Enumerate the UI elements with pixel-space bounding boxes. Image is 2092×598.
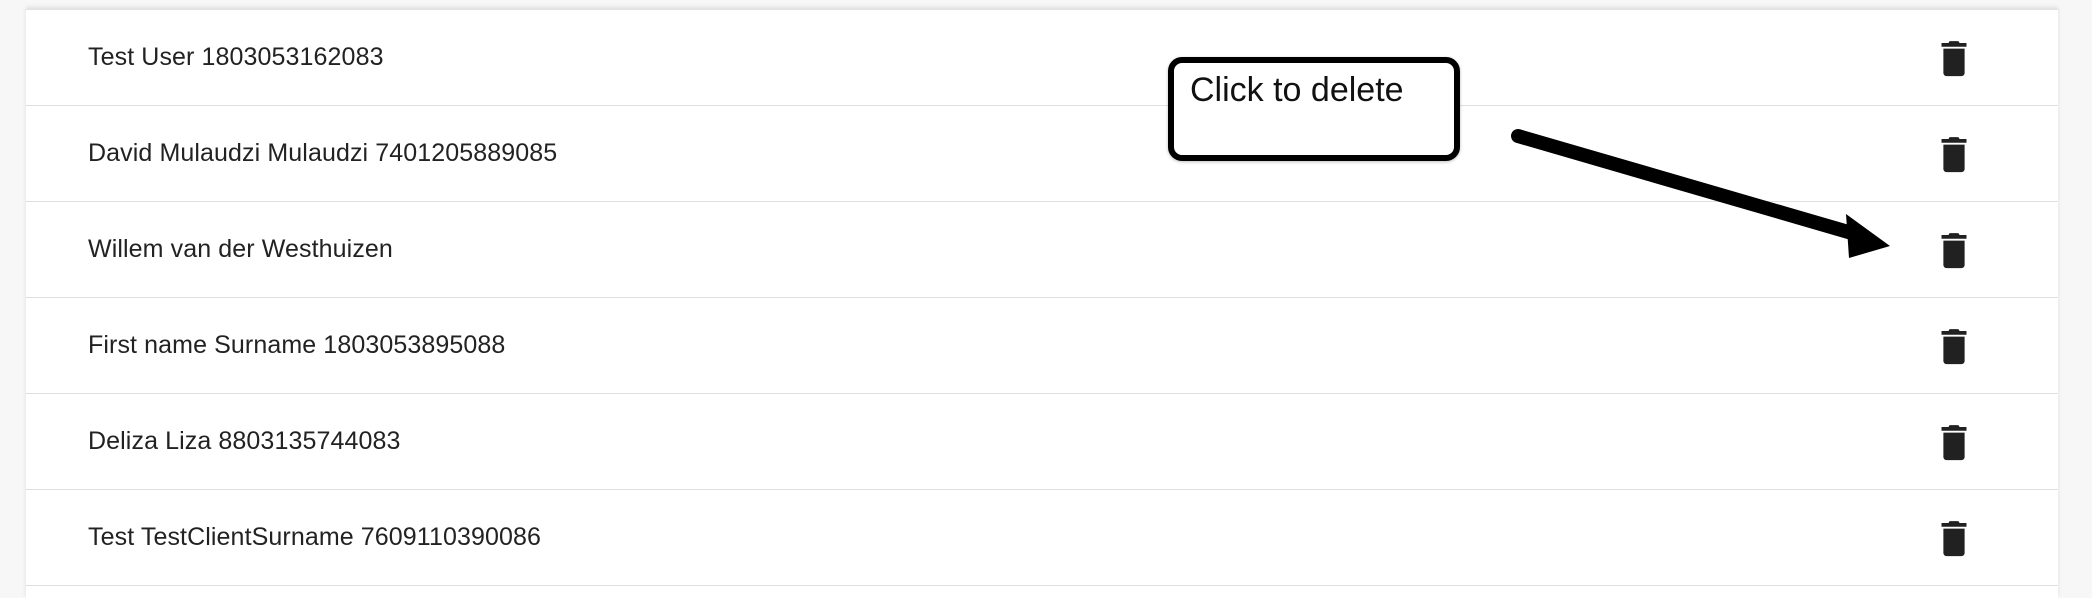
list-item-label: Willem van der Westhuizen <box>88 235 393 263</box>
trash-icon <box>1941 425 1967 461</box>
screenshot-stage: Test User 1803053162083 David Mulaudzi M… <box>0 0 2092 598</box>
list-item: Deliza Liza 8803135744083 <box>26 394 2058 490</box>
delete-button[interactable] <box>1932 322 1976 370</box>
list-item-label: Test TestClientSurname 7609110390086 <box>88 523 541 551</box>
list-item-label: David Mulaudzi Mulaudzi 7401205889085 <box>88 139 558 167</box>
list-item: Willem van der Westhuizen <box>26 202 2058 298</box>
trash-icon <box>1941 137 1967 173</box>
list-item-label: First name Surname 1803053895088 <box>88 331 506 359</box>
list-item: Test User 1803053162083 <box>26 10 2058 106</box>
list-item-label: Test User 1803053162083 <box>88 43 384 71</box>
trash-icon <box>1941 521 1967 557</box>
delete-button[interactable] <box>1932 514 1976 562</box>
trash-icon <box>1941 41 1967 77</box>
list-item: Test TestClientSurname 7609110390086 <box>26 490 2058 586</box>
delete-button[interactable] <box>1932 418 1976 466</box>
annotation-callout: Click to delete <box>1168 57 1460 161</box>
delete-button[interactable] <box>1932 34 1976 82</box>
trash-icon <box>1941 233 1967 269</box>
list-item: David Mulaudzi Mulaudzi 7401205889085 <box>26 106 2058 202</box>
delete-button[interactable] <box>1932 226 1976 274</box>
list-item-label: Deliza Liza 8803135744083 <box>88 427 401 455</box>
trash-icon <box>1941 329 1967 365</box>
annotation-text: Click to delete <box>1190 71 1404 109</box>
list-item: First name Surname 1803053895088 <box>26 298 2058 394</box>
client-list: Test User 1803053162083 David Mulaudzi M… <box>26 9 2058 598</box>
delete-button[interactable] <box>1932 130 1976 178</box>
